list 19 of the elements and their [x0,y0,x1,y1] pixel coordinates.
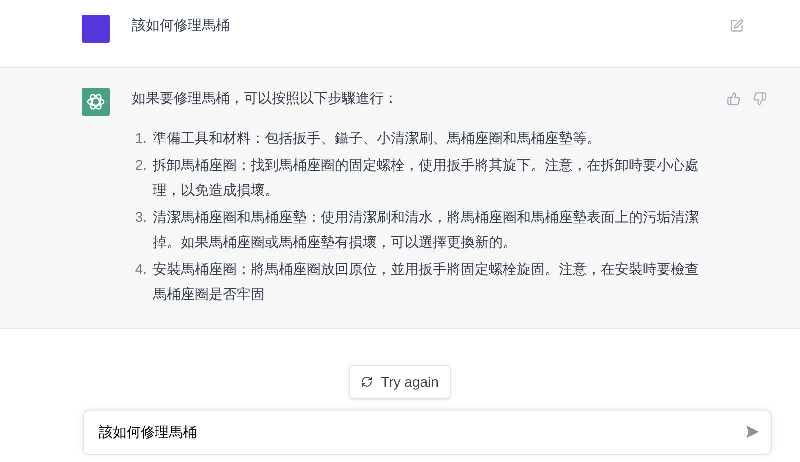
assistant-logo-icon [82,88,110,116]
refresh-icon [361,376,374,388]
thumbs-down-icon[interactable] [753,92,767,106]
list-number: 3. [134,208,148,227]
send-icon[interactable] [746,425,760,439]
step-text: 清潔馬桶座圈和馬桶座墊：使用清潔刷和清水，將馬桶座圈和馬桶座墊表面上的污垢清潔掉。如果馬桶座圈或馬桶座墊有損壞，可以選擇更換新的。 [153,208,700,252]
step-text: 安裝馬桶座圈：將馬桶座圈放回原位，並用扳手將固定螺栓旋固。注意，在安裝時要檢查馬桶座圈是否牢固 [153,260,700,304]
edit-icon[interactable] [730,19,744,33]
user-avatar [82,15,110,43]
list-number: 2. [134,156,148,175]
assistant-intro: 如果要修理馬桶，可以按照以下步驟進行： [132,89,399,108]
step-text: 準備工具和材料：包括扳手、鑷子、小清潔刷、馬桶座圈和馬桶座墊等。 [153,129,602,148]
list-number: 1. [134,129,148,148]
user-message: 該如何修理馬桶 [132,16,231,35]
list-number: 4. [134,260,148,279]
message-input[interactable]: 該如何修理馬桶 [83,410,772,455]
thumbs-up-icon[interactable] [727,92,741,106]
step-text: 拆卸馬桶座圈：找到馬桶座圈的固定螺栓，使用扳手將其旋下。注意，在拆卸時要小心處理，以免造成損壞。 [153,156,700,200]
try-again-button[interactable]: Try again [349,365,451,399]
